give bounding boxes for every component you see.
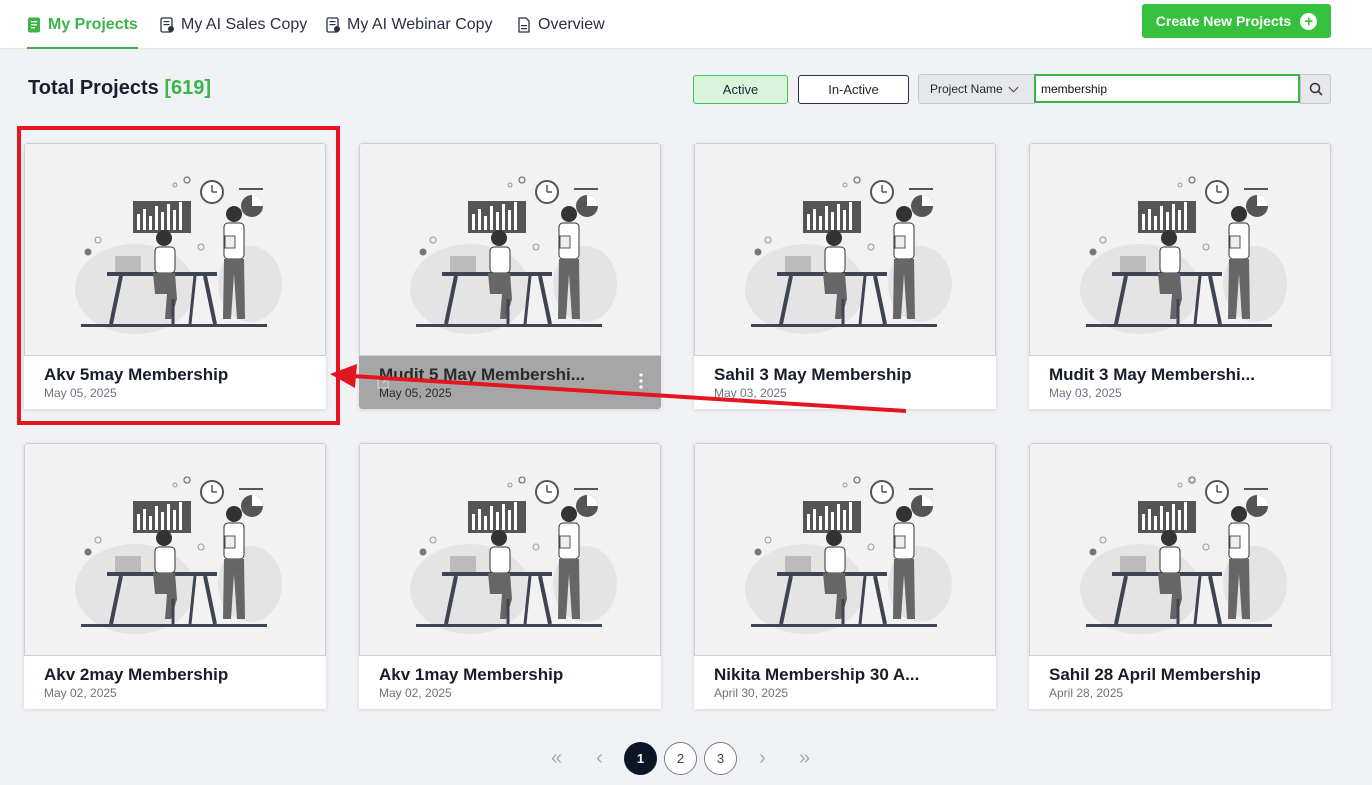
more-options-icon[interactable] — [639, 373, 643, 389]
project-title[interactable]: Akv 2may Membership — [44, 665, 228, 685]
chevron-down-icon — [1008, 82, 1019, 92]
office-illustration — [75, 176, 282, 334]
project-title[interactable]: Akv 5may Membership — [44, 365, 228, 385]
project-card[interactable]: Mudit 3 May Membershi... May 03, 2025 — [1029, 143, 1331, 409]
project-card[interactable]: Akv 1may Membership May 02, 2025 — [359, 443, 661, 709]
page-button-1[interactable]: 1 — [624, 742, 657, 775]
document-icon — [28, 17, 40, 32]
tab-label: My AI Sales Copy — [181, 15, 308, 33]
project-date: May 03, 2025 — [714, 386, 787, 400]
tab-my-ai-sales-copy[interactable]: My AI Sales Copy — [160, 0, 307, 49]
project-thumbnail[interactable] — [1029, 143, 1331, 356]
tab-my-projects[interactable]: My Projects — [27, 0, 138, 49]
active-filter-button[interactable]: Active — [693, 75, 788, 104]
project-title[interactable]: Akv 1may Membership — [379, 665, 563, 685]
office-illustration — [1080, 476, 1287, 634]
plus-circle-icon: + — [1300, 12, 1318, 30]
create-new-projects-button[interactable]: Create New Projects + — [1142, 4, 1331, 38]
office-illustration — [745, 476, 952, 634]
overview-doc-icon — [518, 16, 530, 33]
tab-my-ai-webinar-copy[interactable]: My AI Webinar Copy — [326, 0, 493, 49]
project-date: April 30, 2025 — [714, 686, 789, 700]
project-date: May 05, 2025 — [379, 386, 452, 400]
total-projects-count: [619] — [164, 77, 212, 99]
top-nav: My Projects My AI Sales Copy My AI Webin… — [0, 0, 1372, 49]
last-page-button[interactable]: » — [788, 742, 821, 775]
project-thumbnail[interactable] — [359, 443, 661, 656]
project-thumbnail[interactable] — [694, 143, 996, 356]
project-thumbnail[interactable] — [694, 443, 996, 656]
project-thumbnail[interactable] — [359, 143, 661, 356]
search-icon — [1309, 82, 1323, 96]
total-projects-label: Total Projects — [28, 77, 159, 99]
project-card[interactable]: Sahil 28 April Membership April 28, 2025 — [1029, 443, 1331, 709]
tab-label: Overview — [538, 15, 605, 33]
tab-label: My AI Webinar Copy — [347, 15, 493, 33]
project-title[interactable]: Mudit 3 May Membershi... — [1049, 365, 1255, 385]
tab-overview[interactable]: Overview — [517, 0, 605, 49]
select-value: Project Name — [930, 82, 1003, 96]
project-title[interactable]: Sahil 3 May Membership — [714, 365, 911, 385]
page-button-3[interactable]: 3 — [704, 742, 737, 775]
page-title: Total Projects [619] — [28, 77, 211, 100]
tab-label: My Projects — [48, 15, 138, 33]
search-field-select[interactable]: Project Name — [918, 74, 1035, 104]
project-title[interactable]: Nikita Membership 30 A... — [714, 665, 919, 685]
sales-copy-icon — [160, 16, 174, 33]
project-card[interactable]: Nikita Membership 30 A... April 30, 2025 — [694, 443, 996, 709]
project-card[interactable]: Akv 2may Membership May 02, 2025 — [24, 443, 326, 709]
create-button-label: Create New Projects — [1155, 13, 1292, 29]
next-page-button[interactable]: › — [746, 742, 779, 775]
project-date: May 02, 2025 — [44, 686, 117, 700]
project-date: April 28, 2025 — [1049, 686, 1124, 700]
project-title[interactable]: Sahil 28 April Membership — [1049, 665, 1261, 685]
prev-page-button[interactable]: ‹ — [583, 742, 616, 775]
office-illustration — [745, 176, 952, 334]
project-card[interactable]: Mudit 5 May Membershi... May 05, 2025 — [359, 143, 661, 409]
webinar-copy-icon — [326, 16, 340, 33]
project-card[interactable]: Sahil 3 May Membership May 03, 2025 — [694, 143, 996, 409]
project-card[interactable]: Akv 5may Membership May 05, 2025 — [24, 143, 326, 409]
page-button-2[interactable]: 2 — [664, 742, 697, 775]
office-illustration — [75, 476, 282, 634]
first-page-button[interactable]: « — [540, 742, 573, 775]
inactive-filter-button[interactable]: In-Active — [798, 75, 909, 104]
office-illustration — [1080, 176, 1287, 334]
search-button[interactable] — [1300, 74, 1331, 104]
project-date: May 05, 2025 — [44, 386, 117, 400]
project-thumbnail[interactable] — [24, 443, 326, 656]
search-input[interactable] — [1034, 74, 1300, 103]
office-illustration — [410, 176, 617, 334]
project-title[interactable]: Mudit 5 May Membershi... — [379, 365, 585, 385]
project-thumbnail[interactable] — [1029, 443, 1331, 656]
project-date: May 03, 2025 — [1049, 386, 1122, 400]
project-thumbnail[interactable] — [24, 143, 326, 356]
office-illustration — [410, 476, 617, 634]
project-date: May 02, 2025 — [379, 686, 452, 700]
